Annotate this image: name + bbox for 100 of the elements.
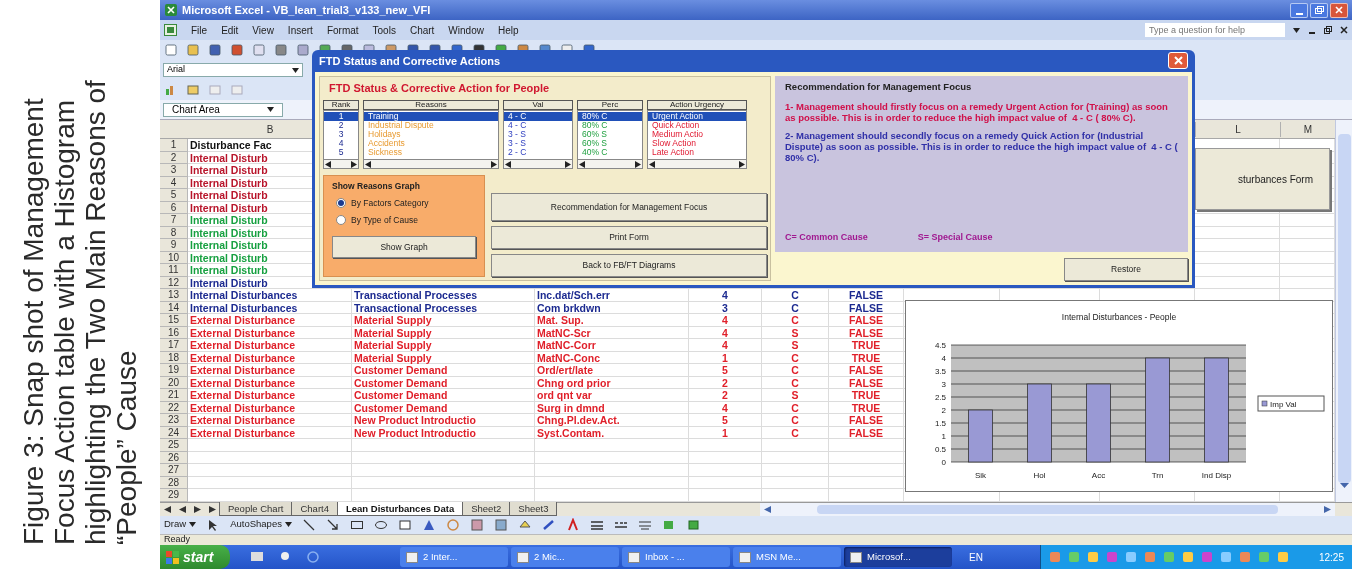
previous-sheet-icon[interactable] [179,505,186,513]
horizontal-scrollbar[interactable] [577,160,643,169]
column-header[interactable]: Val [503,100,573,110]
sheet-tab[interactable]: People Chart [219,502,293,516]
row-number[interactable]: 7 [160,214,188,227]
sheet-tab[interactable]: Chart4 [291,502,338,516]
minimize-button[interactable] [1290,2,1308,18]
close-button[interactable] [1330,2,1348,18]
scroll-right-arrow-icon[interactable] [635,160,641,168]
sheet-tab[interactable]: Sheet2 [462,502,511,516]
sheet-tab[interactable]: Lean Disturbances Data [336,502,464,516]
scroll-down-arrow-icon[interactable] [1339,482,1349,488]
font-field[interactable]: Arial [163,63,303,77]
list-item[interactable]: Medium Actio [648,130,746,139]
3d-icon[interactable] [685,517,700,532]
menu-item[interactable]: Chart [409,22,435,38]
language-indicator[interactable]: EN [955,549,997,565]
caret-icon[interactable] [189,522,197,527]
list-item[interactable]: 1 [324,112,358,121]
scroll-left-arrow-icon[interactable] [505,160,511,168]
column-header[interactable]: Reasons [363,100,499,110]
list-box[interactable]: Training Industrial Dispute Holidays Accidents Sickness [363,110,499,160]
list-item[interactable]: Slow Action [648,139,746,148]
line-color-icon[interactable] [541,517,556,532]
menu-item[interactable]: Help [497,22,519,38]
row-number[interactable]: 9 [160,239,188,252]
taskbar-button[interactable]: MSN Me... [733,547,841,567]
sheet-tab[interactable]: Sheet3 [509,502,558,516]
list-box[interactable]: 4 - C 4 - C 3 - S 3 - S 2 - C [503,110,573,160]
form-button[interactable]: sturbances Form [1195,148,1330,210]
horizontal-scrollbar[interactable] [363,160,499,169]
column-header[interactable]: Perc [577,100,643,110]
row-number[interactable]: 15 [160,314,188,327]
scroll-left-arrow-icon[interactable] [579,160,585,168]
row-number[interactable]: 27 [160,464,188,477]
row-number[interactable]: 3 [160,164,188,177]
spreadsheet-document-icon[interactable] [164,24,177,36]
row-number[interactable]: 23 [160,414,188,427]
preview-icon[interactable] [296,43,310,57]
text-box-icon[interactable] [397,517,412,532]
caret-icon[interactable] [267,107,274,112]
line-icon[interactable] [301,517,316,532]
help-field[interactable]: Type a question for help [1145,23,1285,37]
browser-icon[interactable] [306,550,320,564]
row-number[interactable]: 17 [160,339,188,352]
print-icon[interactable] [274,43,288,57]
picture-icon[interactable] [493,517,508,532]
scroll-right-arrow-icon[interactable] [491,160,497,168]
row-number[interactable]: 25 [160,439,188,452]
list-item[interactable]: Urgent Action [648,112,746,121]
menu-item[interactable]: Insert [287,22,313,38]
list-item[interactable]: 3 [324,130,358,139]
list-item[interactable]: 2 [324,121,358,130]
list-item[interactable]: 2 - C [504,148,572,157]
row-number[interactable]: 19 [160,364,188,377]
font-color-icon[interactable] [565,517,580,532]
menu-item[interactable]: Edit [221,22,239,38]
radio-button[interactable] [336,198,346,209]
row-number[interactable]: 29 [160,489,188,502]
scroll-left-arrow-icon[interactable] [325,160,331,168]
close-button[interactable] [1168,52,1188,70]
list-item[interactable]: 3 - S [504,139,572,148]
row-number[interactable]: 21 [160,389,188,402]
radio-button[interactable] [336,214,346,225]
list-item[interactable]: 60% S [578,130,642,139]
list-item[interactable]: 80% C [578,121,642,130]
start-button[interactable]: start [160,545,230,569]
save-icon[interactable] [208,43,222,57]
row-number[interactable]: 13 [160,289,188,302]
caret-icon[interactable] [1293,27,1300,33]
form-button[interactable]: Recommendation for Management Focus [491,193,767,221]
list-item[interactable]: Training [364,112,498,121]
list-box[interactable]: Urgent Action Quick Action Medium Actio Slow Action Late Action [647,110,747,160]
close-icon[interactable] [1340,26,1348,34]
row-number[interactable]: 11 [160,264,188,277]
list-box[interactable]: 1 2 3 4 5 [323,110,359,160]
permission-icon[interactable] [230,43,244,57]
name-box[interactable]: Chart Area [163,102,283,117]
restore-icon[interactable] [1324,26,1332,34]
desktop-icon[interactable] [250,550,264,564]
caret-icon[interactable] [292,67,299,73]
list-item[interactable]: 4 - C [504,112,572,121]
autoshapes-menu-button[interactable]: AutoShapes [230,517,292,532]
list-item[interactable]: 4 - C [504,121,572,130]
vertical-scrollbar[interactable] [1335,120,1352,502]
horizontal-scrollbar[interactable] [503,160,573,169]
draw-menu-button[interactable]: Draw [164,517,197,532]
menu-item[interactable]: Format [326,22,359,38]
list-item[interactable]: 60% S [578,139,642,148]
next-sheet-icon[interactable] [194,505,201,513]
last-sheet-icon[interactable] [209,505,216,513]
scroll-right-arrow-icon[interactable] [739,160,745,168]
arrow-icon[interactable] [325,517,340,532]
menu-item[interactable]: File [191,22,208,38]
scroll-right-arrow-icon[interactable] [351,160,357,168]
taskbar-button[interactable]: 2 Inter... [400,547,508,567]
form-button[interactable]: Back to FB/FT Diagrams [491,254,767,277]
list-item[interactable]: Quick Action [648,121,746,130]
horizontal-scrollbar[interactable] [647,160,747,169]
taskbar-button[interactable]: Inbox - ... [622,547,730,567]
